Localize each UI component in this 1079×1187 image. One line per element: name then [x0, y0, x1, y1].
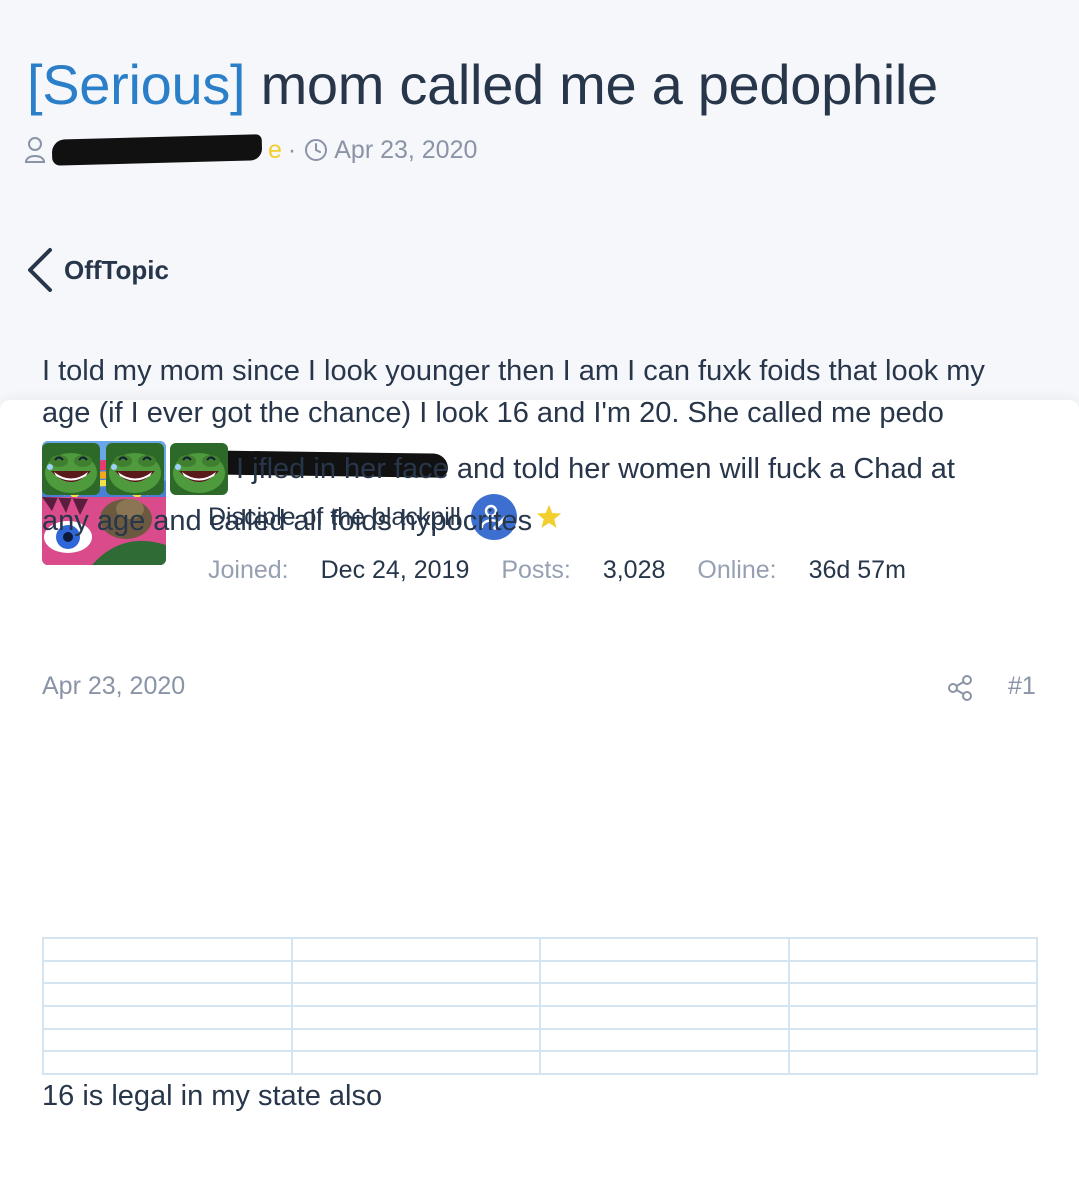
user-stats: Joined: Dec 24, 2019 Posts: 3,028 Online…	[208, 552, 938, 588]
table-cell	[539, 1050, 790, 1075]
user-icon	[24, 137, 46, 163]
post-body-line: I jfled in her face and told her women w…	[236, 453, 955, 485]
stat-posts-label: Posts:	[501, 555, 571, 584]
redacted-author-name	[51, 134, 263, 166]
post-body-line: I told my mom since I look younger then …	[42, 355, 985, 387]
thread-title: [Serious] mom called me a pedophile	[27, 52, 938, 118]
table-cell	[539, 1027, 790, 1053]
stat-joined-label: Joined:	[208, 555, 289, 584]
table-cell	[42, 959, 293, 985]
table-cell	[787, 1050, 1038, 1075]
table-cell	[290, 937, 541, 962]
table-row	[42, 1004, 1038, 1030]
laughing-pepe-icon	[106, 443, 164, 495]
table-cell	[290, 959, 541, 985]
table-cell	[787, 959, 1038, 985]
table-row	[42, 1050, 1038, 1075]
table-cell	[42, 1004, 293, 1030]
thread-title-text: mom called me a pedophile	[260, 53, 939, 116]
table-cell	[290, 1027, 541, 1053]
table-cell	[787, 1027, 1038, 1053]
table-cell	[539, 982, 790, 1007]
thread-prefix[interactable]: [Serious]	[27, 53, 246, 116]
table-cell	[787, 982, 1038, 1007]
chevron-left-icon	[28, 248, 52, 292]
stat-online-label: Online:	[697, 555, 777, 584]
share-icon[interactable]	[946, 674, 974, 702]
table-cell	[787, 937, 1038, 962]
forum-name: OffTopic	[64, 254, 169, 285]
table-cell	[42, 1027, 293, 1053]
laughing-pepe-icon	[42, 443, 100, 495]
post-body-line: age (if I ever got the chance) I look 16…	[42, 397, 944, 429]
meta-separator: ·	[287, 135, 297, 164]
thread-meta: e · Apr 23, 2020	[24, 134, 477, 166]
back-to-forum-link[interactable]: OffTopic	[24, 246, 169, 294]
post-body: I told my mom since I look younger then …	[42, 350, 1042, 542]
table-row	[42, 937, 1038, 962]
table-cell	[290, 982, 541, 1007]
table-cell	[539, 959, 790, 985]
table-cell	[787, 1004, 1038, 1030]
table-cell	[539, 1004, 790, 1030]
table-row	[42, 959, 1038, 985]
laughing-pepe-icon	[170, 443, 228, 495]
clock-icon	[305, 139, 328, 161]
table-row	[42, 982, 1038, 1007]
table-cell	[42, 1050, 293, 1075]
table-cell	[290, 1004, 541, 1030]
table-cell	[290, 1050, 541, 1075]
table-cell	[42, 937, 293, 962]
post-date[interactable]: Apr 23, 2020	[42, 672, 185, 701]
table-row	[42, 1027, 1038, 1053]
stat-posts-value: 3,028	[602, 555, 666, 584]
post-body-line: any age and called all foids hypocrites	[42, 505, 533, 537]
stat-online-value: 36d 57m	[808, 555, 906, 584]
thread-header: [Serious] mom called me a pedophile e · …	[0, 0, 1079, 400]
post-footer-text: 16 is legal in my state also	[42, 1080, 383, 1112]
stat-joined-value: Dec 24, 2019	[320, 555, 470, 584]
table-cell	[42, 982, 293, 1007]
empty-table	[42, 937, 1038, 1075]
author-name-visible[interactable]: e	[268, 136, 282, 165]
post-number[interactable]: #1	[1008, 672, 1036, 701]
post-body-emoji-line: I jfled in her face and told her women w…	[42, 438, 1042, 500]
thread-date[interactable]: Apr 23, 2020	[334, 136, 477, 165]
table-cell	[539, 937, 790, 962]
